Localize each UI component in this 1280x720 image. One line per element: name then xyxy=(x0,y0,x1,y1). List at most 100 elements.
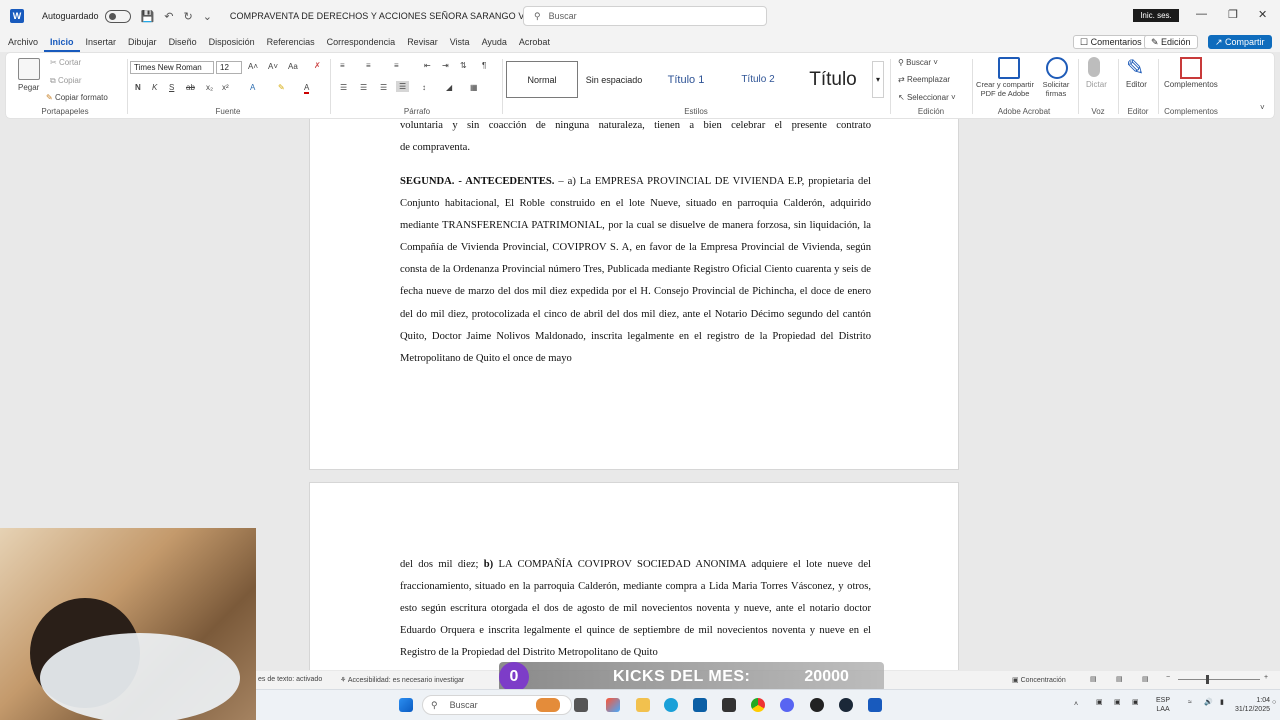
tray-app-icon[interactable]: ▣ xyxy=(1132,698,1139,707)
find-button[interactable]: ⚲ Buscar ˅ xyxy=(898,58,938,67)
steam-icon[interactable] xyxy=(839,698,853,712)
style-normal[interactable]: Normal xyxy=(506,61,578,98)
edge-icon[interactable] xyxy=(664,698,678,712)
microphone-icon[interactable] xyxy=(1088,57,1100,77)
paragraph-1[interactable]: voluntaria y sin coacción de ninguna nat… xyxy=(400,119,871,159)
bullets-icon[interactable]: ≡ xyxy=(340,61,345,70)
tab-inicio[interactable]: Inicio xyxy=(44,32,80,52)
tab-vista[interactable]: Vista xyxy=(444,32,476,52)
save-icon[interactable]: 💾 xyxy=(141,10,155,23)
sort-icon[interactable]: ⇅ xyxy=(460,61,467,70)
tray-app-icon[interactable]: ▣ xyxy=(1114,698,1121,707)
style-title[interactable]: Título xyxy=(794,61,872,98)
shrink-font-icon[interactable]: A˅ xyxy=(268,62,278,71)
underline-icon[interactable]: S xyxy=(169,83,174,92)
windows-start-icon[interactable] xyxy=(399,698,413,712)
tab-correspondencia[interactable]: Correspondencia xyxy=(321,32,402,52)
page-2[interactable]: del dos mil diez; b) LA COMPAÑÍA COVIPRO… xyxy=(309,482,959,670)
wifi-icon[interactable]: ≈ xyxy=(1188,698,1192,707)
copilot-icon[interactable] xyxy=(606,698,620,712)
cut-button[interactable]: ✂ Cortar xyxy=(50,58,81,67)
document-title[interactable]: COMPRAVENTA DE DERECHOS Y ACCIONES SEÑOR… xyxy=(230,11,559,21)
select-button[interactable]: ↖ Seleccionar ˅ xyxy=(898,93,956,102)
obs-icon[interactable] xyxy=(810,698,824,712)
editor-pen-icon[interactable]: ✎ xyxy=(1126,57,1148,79)
tab-ayuda[interactable]: Ayuda xyxy=(476,32,513,52)
text-effects-icon[interactable]: A xyxy=(250,83,255,92)
app-icon[interactable] xyxy=(722,698,736,712)
widgets-icon[interactable] xyxy=(536,698,560,712)
tray-chevron-icon[interactable]: ˄ xyxy=(1074,700,1078,709)
font-family-select[interactable]: Times New Roman xyxy=(130,61,214,74)
edit-mode-button[interactable]: ✎ Edición xyxy=(1144,35,1198,49)
zoom-slider-thumb[interactable] xyxy=(1206,675,1209,684)
font-size-select[interactable]: 12 xyxy=(216,61,242,74)
borders-icon[interactable]: ▦ xyxy=(470,83,478,92)
tab-diseno[interactable]: Diseño xyxy=(163,32,203,52)
volume-icon[interactable]: 🔊 xyxy=(1204,698,1213,707)
web-layout-icon[interactable]: ▤ xyxy=(1142,675,1149,683)
zoom-out-icon[interactable]: − xyxy=(1166,674,1170,681)
zoom-slider[interactable] xyxy=(1178,679,1260,680)
tab-dibujar[interactable]: Dibujar xyxy=(122,32,163,52)
tab-referencias[interactable]: Referencias xyxy=(261,32,321,52)
text-predictions-status[interactable]: es de texto: activado xyxy=(258,676,322,683)
line-spacing-icon[interactable]: ↕ xyxy=(422,83,426,92)
restore-icon[interactable]: ❐ xyxy=(1228,8,1238,21)
task-view-icon[interactable] xyxy=(574,698,588,712)
replace-button[interactable]: ⇄ Reemplazar xyxy=(898,75,950,84)
paragraph-segunda[interactable]: SEGUNDA. - ANTECEDENTES. – a) La EMPRESA… xyxy=(400,171,871,370)
style-heading-1[interactable]: Título 1 xyxy=(650,61,722,98)
read-mode-icon[interactable]: ▤ xyxy=(1090,675,1097,683)
minimize-icon[interactable]: — xyxy=(1196,8,1207,20)
editor-button[interactable]: Editor xyxy=(1126,80,1147,89)
request-signatures-button[interactable]: Solicitar firmas xyxy=(1038,80,1074,98)
customize-toolbar-icon[interactable]: ⌄ xyxy=(203,10,212,23)
change-case-icon[interactable]: Aa xyxy=(288,62,298,71)
subscript-icon[interactable]: x₂ xyxy=(206,83,213,92)
autosave-toggle[interactable] xyxy=(104,9,131,23)
font-color-icon[interactable]: A xyxy=(304,83,310,94)
notification-icon[interactable]: ○ xyxy=(1272,698,1276,707)
italic-icon[interactable]: K xyxy=(152,83,157,92)
page-1[interactable]: voluntaria y sin coacción de ninguna nat… xyxy=(309,119,959,470)
tab-insertar[interactable]: Insertar xyxy=(80,32,123,52)
bold-icon[interactable]: N xyxy=(135,83,141,92)
align-left-icon[interactable]: ☰ xyxy=(340,83,347,92)
discord-icon[interactable] xyxy=(780,698,794,712)
paragraph-b[interactable]: del dos mil diez; b) LA COMPAÑÍA COVIPRO… xyxy=(400,554,871,664)
addins-grid-icon[interactable] xyxy=(1180,57,1202,79)
strikethrough-icon[interactable]: ab xyxy=(186,83,195,92)
store-icon[interactable] xyxy=(693,698,707,712)
paste-button[interactable]: Pegar xyxy=(18,83,39,92)
file-explorer-icon[interactable] xyxy=(636,698,650,712)
battery-icon[interactable]: ▮ xyxy=(1220,698,1224,707)
chrome-icon[interactable] xyxy=(751,698,765,712)
request-signatures-icon[interactable] xyxy=(1046,57,1068,79)
align-right-icon[interactable]: ☰ xyxy=(380,83,387,92)
copy-button[interactable]: ⧉ Copiar xyxy=(50,76,82,86)
language-indicator[interactable]: ESP LAA xyxy=(1156,696,1170,714)
highlight-icon[interactable]: ✎ xyxy=(278,83,285,92)
redo-icon[interactable]: ↻ xyxy=(183,10,192,23)
comments-button[interactable]: ☐ Comentarios xyxy=(1073,35,1149,49)
styles-more-icon[interactable]: ▾ xyxy=(872,61,884,98)
style-no-spacing[interactable]: Sin espaciado xyxy=(578,61,650,98)
grow-font-icon[interactable]: A˄ xyxy=(248,62,258,71)
clear-format-icon[interactable]: ✗ xyxy=(314,61,321,70)
create-pdf-icon[interactable] xyxy=(998,57,1020,79)
style-heading-2[interactable]: Título 2 xyxy=(722,61,794,98)
shading-icon[interactable]: ◢ xyxy=(446,83,452,92)
format-painter-button[interactable]: ✎ Copiar formato xyxy=(46,93,108,102)
addins-button[interactable]: Complementos xyxy=(1164,80,1218,89)
tab-acrobat[interactable]: Acrobat xyxy=(513,32,556,52)
tab-disposicion[interactable]: Disposición xyxy=(203,32,261,52)
focus-mode-button[interactable]: ▣ Concentración xyxy=(1012,676,1066,684)
clock[interactable]: 1:04 31/12/2025 xyxy=(1232,696,1270,714)
justify-icon[interactable]: ☰ xyxy=(396,81,410,92)
tab-archivo[interactable]: Archivo xyxy=(2,32,44,52)
accessibility-status[interactable]: ⚘ Accesibilidad: es necesario investigar xyxy=(340,676,464,684)
tab-revisar[interactable]: Revisar xyxy=(401,32,444,52)
increase-indent-icon[interactable]: ⇥ xyxy=(442,61,449,70)
ribbon-collapse-icon[interactable]: ˅ xyxy=(1260,103,1265,112)
